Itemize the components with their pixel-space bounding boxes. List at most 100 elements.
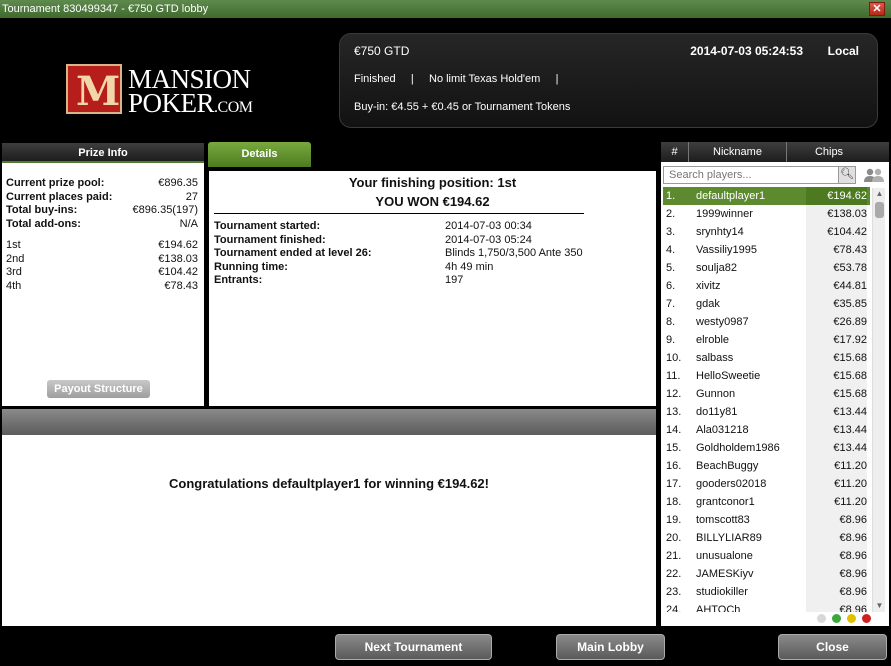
player-chips: €138.03 bbox=[806, 205, 867, 223]
player-nickname: elroble bbox=[696, 334, 730, 346]
player-row[interactable]: 12. Gunnon €15.68 bbox=[663, 385, 870, 403]
player-rank: 22. bbox=[666, 568, 682, 580]
player-row[interactable]: 8. westy0987 €26.89 bbox=[663, 313, 870, 331]
tournament-datetime: 2014-07-03 05:24:53 bbox=[690, 44, 803, 58]
tab-prize-info[interactable]: Prize Info bbox=[2, 143, 204, 163]
player-row[interactable]: 3. srynhty14 €104.42 bbox=[663, 223, 870, 241]
main-lobby-button[interactable]: Main Lobby bbox=[556, 634, 665, 660]
stat-row: Current prize pool: €896.35 bbox=[6, 177, 198, 189]
player-row[interactable]: 15. Goldholdem1986 €13.44 bbox=[663, 439, 870, 457]
logo-text-line2: POKER.COM bbox=[128, 88, 253, 118]
player-row[interactable]: 4. Vassiliy1995 €78.43 bbox=[663, 241, 870, 259]
player-chips: €13.44 bbox=[806, 439, 867, 457]
detail-row: Entrants: 197 bbox=[214, 274, 464, 286]
player-nickname: Gunnon bbox=[696, 388, 736, 400]
player-nickname: Goldholdem1986 bbox=[696, 442, 780, 454]
players-group-icon[interactable] bbox=[862, 167, 886, 183]
close-button[interactable]: Close bbox=[778, 634, 887, 660]
status-dot-icon bbox=[832, 614, 841, 623]
player-nickname: AHTOCh bbox=[696, 604, 741, 612]
player-nickname: grantconor1 bbox=[696, 496, 755, 508]
message-panel-header bbox=[2, 409, 656, 435]
player-row[interactable]: 1. defaultplayer1 €194.62 bbox=[663, 187, 870, 205]
scroll-thumb[interactable] bbox=[875, 202, 884, 218]
finishing-position: Your finishing position: 1st bbox=[348, 175, 517, 190]
player-row[interactable]: 10. salbass €15.68 bbox=[663, 349, 870, 367]
player-nickname: Vassiliy1995 bbox=[696, 244, 757, 256]
column-chips[interactable]: Chips bbox=[787, 142, 871, 162]
player-chips: €8.96 bbox=[806, 565, 867, 583]
player-nickname: xivitz bbox=[696, 280, 721, 292]
scroll-down-icon[interactable]: ▼ bbox=[873, 600, 886, 612]
player-nickname: 1999winner bbox=[696, 208, 753, 220]
player-rank: 20. bbox=[666, 532, 682, 544]
window-title: Tournament 830499347 - €750 GTD lobby bbox=[2, 3, 209, 15]
player-row[interactable]: 16. BeachBuggy €11.20 bbox=[663, 457, 870, 475]
player-row[interactable]: 18. grantconor1 €11.20 bbox=[663, 493, 870, 511]
search-icon[interactable]: 🔍︎ bbox=[838, 167, 855, 183]
player-nickname: salbass bbox=[696, 352, 734, 364]
window-close-button[interactable]: ✕ bbox=[869, 2, 885, 16]
player-nickname: defaultplayer1 bbox=[696, 190, 766, 202]
player-chips: €17.92 bbox=[806, 331, 867, 349]
player-row[interactable]: 14. Ala031218 €13.44 bbox=[663, 421, 870, 439]
player-nickname: gooders02018 bbox=[696, 478, 767, 490]
player-row[interactable]: 20. BILLYLIAR89 €8.96 bbox=[663, 529, 870, 547]
player-nickname: Ala031218 bbox=[696, 424, 749, 436]
player-rank: 6. bbox=[666, 280, 676, 292]
congratulations-message: Congratulations defaultplayer1 for winni… bbox=[168, 476, 489, 491]
player-row[interactable]: 24. AHTOCh €8.96 bbox=[663, 601, 870, 612]
player-chips: €26.89 bbox=[806, 313, 867, 331]
search-players-input[interactable]: Search players... bbox=[663, 166, 856, 184]
prize-places: 1st €194.62 2nd €138.03 3rd €104.42 4th €78.… bbox=[6, 239, 198, 293]
player-row[interactable]: 7. gdak €35.85 bbox=[663, 295, 870, 313]
player-chips: €11.20 bbox=[806, 493, 867, 511]
player-chips: €8.96 bbox=[806, 583, 867, 601]
column-nickname[interactable]: Nickname bbox=[689, 142, 787, 162]
player-rank: 9. bbox=[666, 334, 676, 346]
status-dot-icon bbox=[862, 614, 871, 623]
player-row[interactable]: 9. elroble €17.92 bbox=[663, 331, 870, 349]
tab-details[interactable]: Details bbox=[208, 142, 311, 167]
player-row[interactable]: 6. xivitz €44.81 bbox=[663, 277, 870, 295]
player-row[interactable]: 21. unusualone €8.96 bbox=[663, 547, 870, 565]
player-row[interactable]: 5. soulja82 €53.78 bbox=[663, 259, 870, 277]
player-chips: €35.85 bbox=[806, 295, 867, 313]
player-nickname: tomscott83 bbox=[696, 514, 750, 526]
player-rank: 23. bbox=[666, 586, 682, 598]
player-chips: €53.78 bbox=[806, 259, 867, 277]
payout-structure-button[interactable]: Payout Structure bbox=[47, 380, 150, 398]
player-chips: €13.44 bbox=[806, 403, 867, 421]
place-row: 2nd €138.03 bbox=[6, 252, 198, 265]
scroll-up-icon[interactable]: ▲ bbox=[873, 188, 886, 200]
player-row[interactable]: 22. JAMESKiyv €8.96 bbox=[663, 565, 870, 583]
player-nickname: unusualone bbox=[696, 550, 753, 562]
player-nickname: HelloSweetie bbox=[696, 370, 761, 382]
player-rank: 2. bbox=[666, 208, 676, 220]
player-row[interactable]: 2. 1999winner €138.03 bbox=[663, 205, 870, 223]
player-row[interactable]: 23. studiokiller €8.96 bbox=[663, 583, 870, 601]
detail-row: Tournament started: 2014-07-03 00:34 bbox=[214, 220, 532, 232]
player-rank: 7. bbox=[666, 298, 676, 310]
players-scrollbar[interactable]: ▲ ▼ bbox=[872, 188, 885, 612]
next-tournament-button[interactable]: Next Tournament bbox=[335, 634, 492, 660]
player-nickname: BILLYLIAR89 bbox=[696, 532, 762, 544]
player-chips: €11.20 bbox=[806, 475, 867, 493]
player-row[interactable]: 11. HelloSweetie €15.68 bbox=[663, 367, 870, 385]
stat-row: Current places paid: 27 bbox=[6, 190, 198, 203]
player-rank: 11. bbox=[666, 370, 681, 382]
player-nickname: westy0987 bbox=[696, 316, 749, 328]
details-panel: Your finishing position: 1st YOU WON €19… bbox=[209, 171, 656, 406]
detail-row: Running time: 4h 49 min bbox=[214, 260, 494, 273]
player-row[interactable]: 13. do11y81 €13.44 bbox=[663, 403, 870, 421]
player-rank: 17. bbox=[666, 478, 682, 490]
player-nickname: BeachBuggy bbox=[696, 460, 759, 472]
player-nickname: srynhty14 bbox=[696, 226, 744, 238]
column-rank[interactable]: # bbox=[661, 142, 689, 162]
player-row[interactable]: 17. gooders02018 €11.20 bbox=[663, 475, 870, 493]
player-rank: 18. bbox=[666, 496, 682, 508]
player-row[interactable]: 19. tomscott83 €8.96 bbox=[663, 511, 870, 529]
timezone-label: Local bbox=[827, 44, 859, 58]
window-titlebar: Tournament 830499347 - €750 GTD lobby ✕ bbox=[0, 0, 891, 18]
player-chips: €194.62 bbox=[806, 187, 867, 205]
